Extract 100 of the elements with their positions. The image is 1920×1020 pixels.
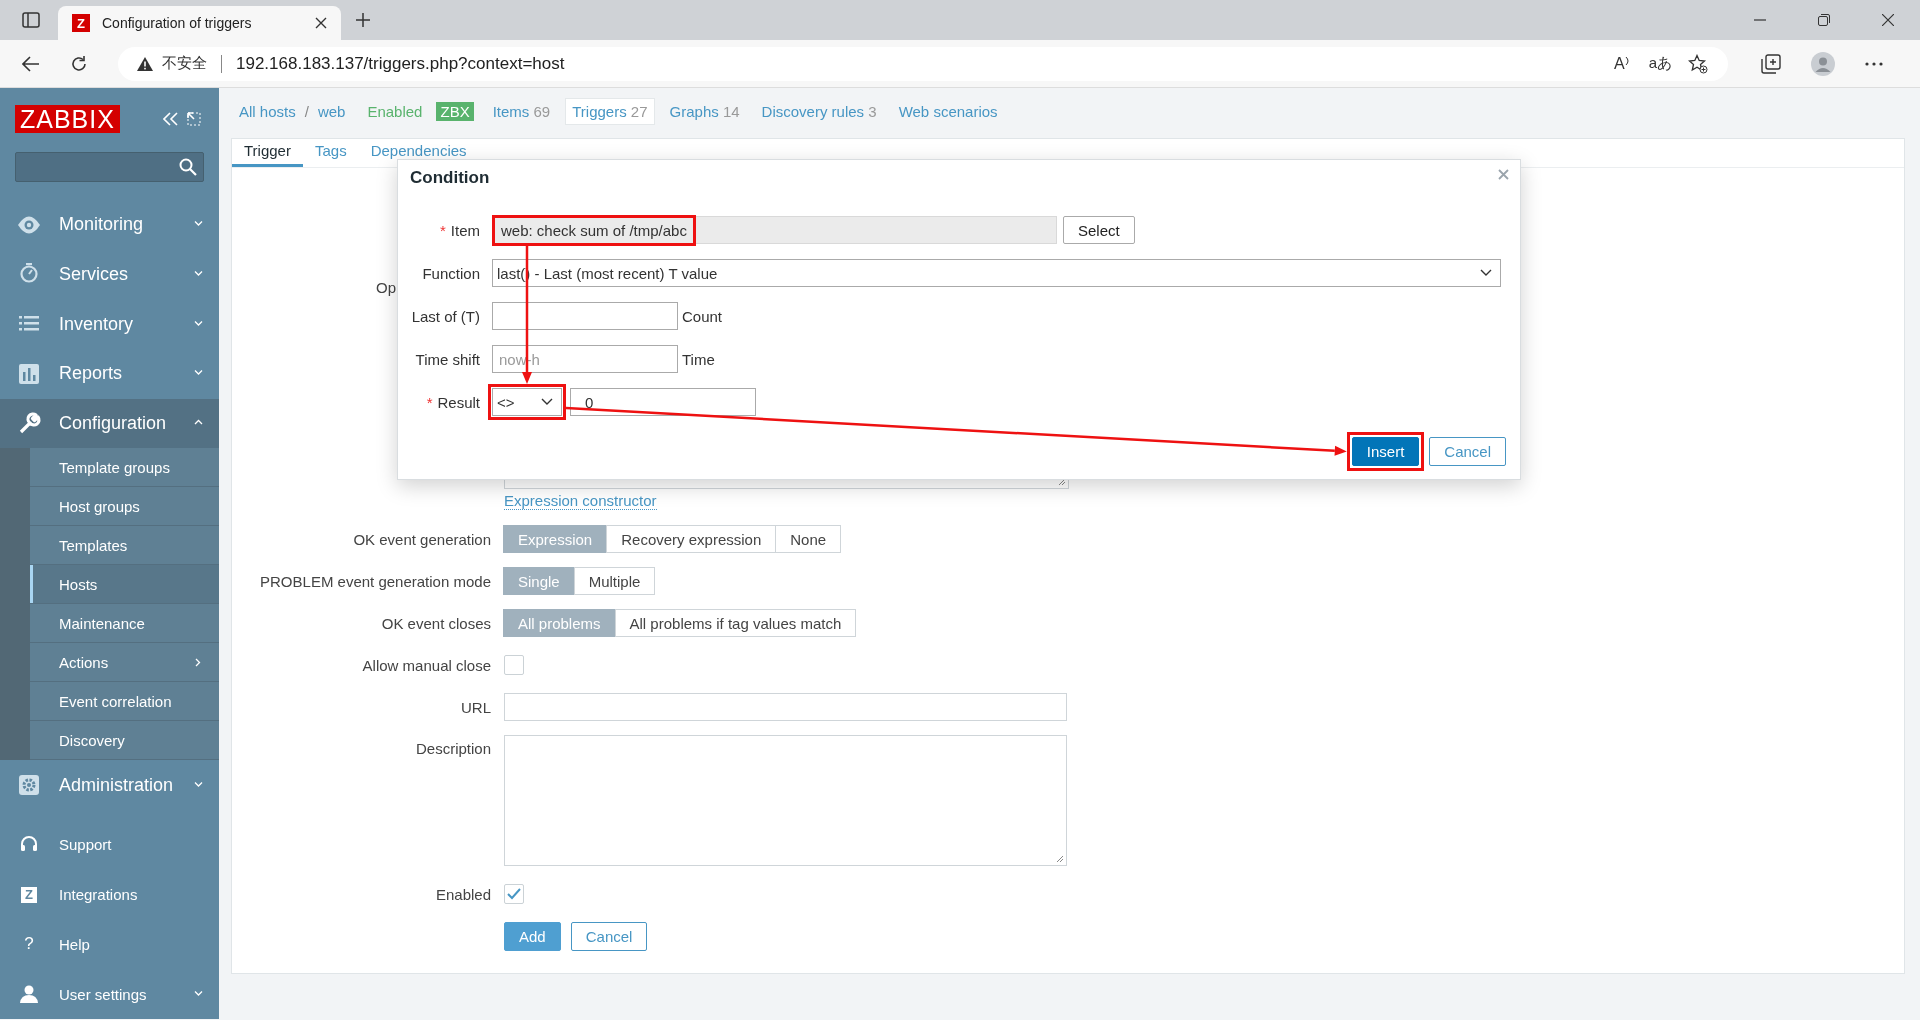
- help-icon: ?: [24, 934, 34, 955]
- field-label: Description: [415, 740, 491, 757]
- address-field[interactable]: 不安全 192.168.183.137/triggers.php?context=host A aあ: [118, 46, 1728, 81]
- field-label: Allow manual close: [362, 656, 491, 674]
- field-label: Time shift: [415, 350, 480, 368]
- menu-item[interactable]: Z Integrations: [0, 869, 219, 920]
- more-icon[interactable]: [1865, 61, 1883, 66]
- logo[interactable]: ZABBIX: [15, 104, 120, 133]
- nav-link[interactable]: Discovery rules 3: [754, 97, 884, 125]
- favorite-icon[interactable]: [1688, 53, 1708, 74]
- translate-icon[interactable]: aあ: [1648, 54, 1672, 73]
- form-tab[interactable]: Trigger: [232, 139, 303, 167]
- add-button[interactable]: Add: [504, 922, 561, 951]
- menu-item[interactable]: Monitoring: [0, 199, 219, 250]
- menu-item[interactable]: Support: [0, 820, 219, 870]
- reload-icon[interactable]: [70, 54, 88, 73]
- field-label: Last of (T): [411, 307, 480, 325]
- menu-item[interactable]: ? Help: [0, 919, 219, 970]
- bar-chart-icon: [17, 361, 41, 386]
- menu-item[interactable]: Administration: [0, 760, 219, 811]
- back-icon[interactable]: [22, 55, 40, 72]
- search-icon: [179, 157, 197, 176]
- gear-icon: [17, 773, 41, 798]
- field-label: URL: [461, 698, 491, 716]
- count-field[interactable]: [492, 302, 678, 330]
- menu-item[interactable]: Configuration: [0, 398, 219, 449]
- collapse-icon[interactable]: [163, 111, 179, 126]
- security-label: 不安全: [162, 54, 207, 73]
- required-mark: *: [426, 393, 433, 411]
- submenu-item[interactable]: Discovery: [30, 721, 219, 761]
- status-label: Enabled: [367, 102, 423, 120]
- submenu-item[interactable]: Host groups: [30, 487, 219, 527]
- breadcrumb-link[interactable]: web: [317, 102, 346, 120]
- warning-icon: [136, 55, 154, 72]
- submenu-item[interactable]: Maintenance: [30, 604, 219, 644]
- z-logo-icon: Z: [21, 886, 37, 903]
- field-label: OK event closes: [381, 614, 491, 632]
- checkmark-icon: [507, 888, 521, 900]
- description-field[interactable]: [504, 735, 1067, 866]
- field-label: PROBLEM event generation mode: [260, 572, 491, 590]
- url-field[interactable]: [504, 693, 1067, 721]
- kiosk-mode-icon[interactable]: [187, 111, 201, 126]
- toggle-option[interactable]: Recovery expression: [606, 525, 777, 553]
- nav-link[interactable]: Graphs 14: [662, 97, 747, 125]
- dialog-title: Condition: [410, 167, 490, 189]
- new-tab-icon[interactable]: [355, 12, 371, 28]
- favicon-icon: Z: [72, 14, 90, 32]
- restore-icon[interactable]: [1818, 14, 1830, 26]
- field-label: OK event generation: [353, 530, 491, 548]
- submenu-item[interactable]: Hosts: [30, 565, 219, 605]
- checkbox[interactable]: [504, 884, 524, 904]
- submenu-item[interactable]: Template groups: [30, 448, 219, 488]
- resize-handle-icon: [1056, 855, 1064, 863]
- menu-item[interactable]: User settings: [0, 969, 219, 1019]
- toggle-option[interactable]: Multiple: [573, 567, 656, 595]
- insert-button[interactable]: Insert: [1351, 437, 1420, 466]
- toggle-option[interactable]: All problems if tag values match: [614, 609, 857, 637]
- field-label: Function: [422, 264, 480, 282]
- unit-label: Count: [682, 307, 723, 325]
- unit-label: Time: [682, 350, 715, 368]
- nav-link[interactable]: Items 69: [485, 97, 558, 125]
- menu-item[interactable]: Inventory: [0, 299, 219, 349]
- item-field[interactable]: web: check sum of /tmp/abc: [492, 216, 1057, 244]
- nav-link[interactable]: Web scenarios: [891, 97, 1005, 125]
- close-icon[interactable]: [315, 17, 327, 29]
- field-label: Enabled: [435, 885, 491, 903]
- cancel-button[interactable]: Cancel: [570, 922, 648, 951]
- result-value-field[interactable]: 0: [570, 388, 756, 416]
- availability-badge: ZBX: [436, 101, 474, 121]
- menu-item[interactable]: Reports: [0, 349, 219, 399]
- expression-constructor-link[interactable]: Expression constructor: [504, 492, 657, 510]
- search-field[interactable]: [15, 152, 204, 182]
- field-label: Result: [437, 393, 480, 411]
- profile-icon[interactable]: [1811, 51, 1835, 76]
- cancel-button[interactable]: Cancel: [1429, 437, 1506, 466]
- toggle-option[interactable]: None: [775, 525, 842, 553]
- select-button[interactable]: Select: [1063, 216, 1135, 244]
- chevron-down-icon: [1480, 269, 1492, 277]
- nav-link[interactable]: Triggers 27: [565, 97, 655, 125]
- sidebar-toggle-icon[interactable]: [22, 12, 40, 28]
- required-mark: *: [439, 221, 446, 239]
- form-tab[interactable]: Tags: [302, 139, 359, 167]
- collections-icon[interactable]: [1761, 53, 1781, 74]
- submenu-item[interactable]: Event correlation: [30, 682, 219, 722]
- menu-item[interactable]: Services: [0, 249, 219, 300]
- tab-title: Configuration of triggers: [102, 15, 253, 31]
- url-text: 192.168.183.137/triggers.php?context=host: [236, 53, 565, 74]
- submenu-item[interactable]: Templates: [30, 526, 219, 566]
- toggle-option[interactable]: Single: [503, 567, 575, 595]
- checkbox[interactable]: [504, 655, 524, 675]
- toggle-option[interactable]: Expression: [503, 525, 608, 553]
- toggle-option[interactable]: All problems: [503, 609, 616, 637]
- close-icon[interactable]: [1882, 14, 1894, 26]
- wrench-icon: [17, 411, 41, 436]
- field-label: Item: [450, 221, 480, 239]
- browser-tab[interactable]: Z Configuration of triggers: [58, 6, 341, 40]
- breadcrumb-link[interactable]: All hosts: [239, 102, 296, 120]
- submenu-item[interactable]: Actions: [30, 643, 219, 683]
- chevron-down-icon: [541, 398, 553, 406]
- operator-select[interactable]: <>: [492, 388, 562, 416]
